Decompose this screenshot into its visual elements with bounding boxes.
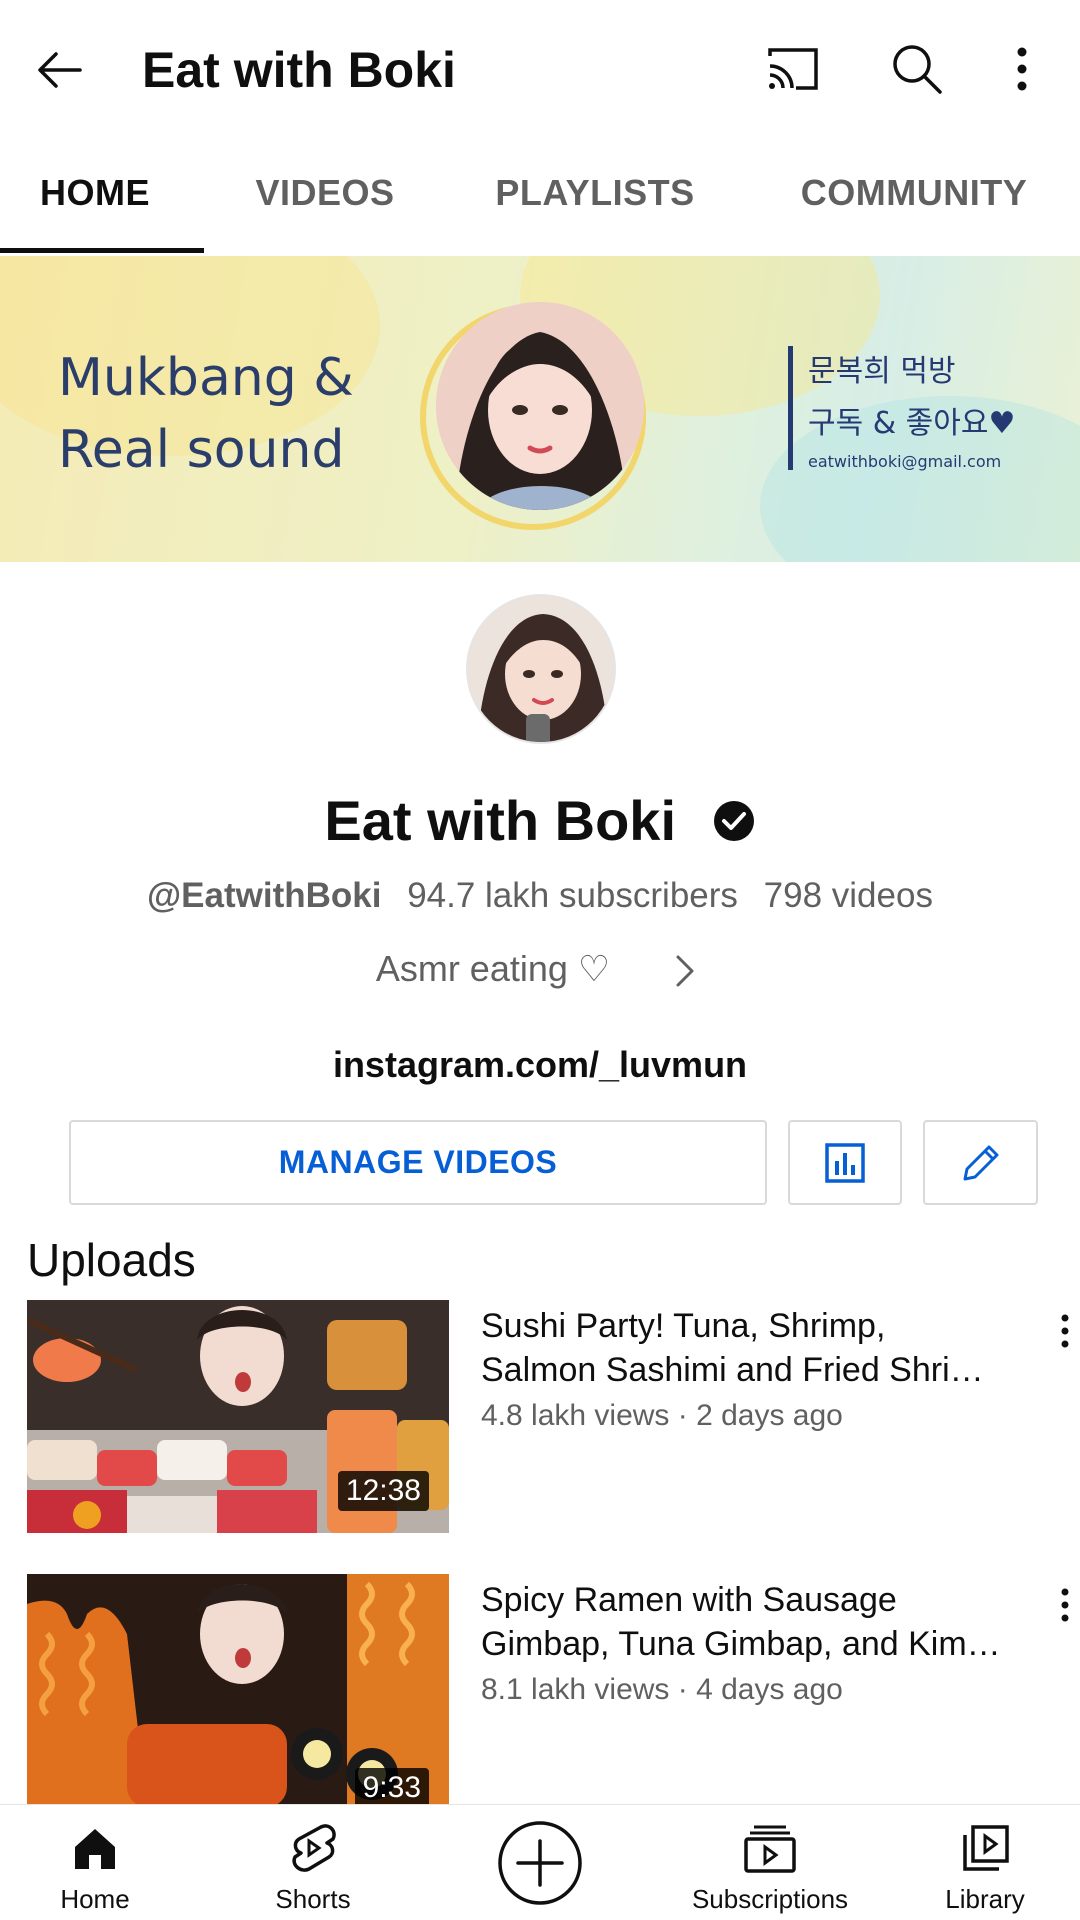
banner-divider [788,346,793,470]
subscriber-count: 94.7 lakh subscribers [407,876,738,915]
nav-shorts-label: Shorts [275,1884,351,1914]
channel-name-row: Eat with Boki [0,782,1080,856]
nav-shorts[interactable]: Shorts [218,1805,408,1920]
home-icon [75,1829,115,1869]
video-item[interactable]: 9:33 Spicy Ramen with Sausage Gimbap, Tu… [0,1574,1080,1804]
edit-channel-button[interactable] [923,1120,1038,1205]
verified-badge-icon [713,801,754,842]
cast-icon[interactable] [760,36,826,102]
video-thumbnail[interactable]: 9:33 [27,1574,449,1804]
tab-videos[interactable]: VIDEOS [230,140,420,256]
shorts-icon [292,1824,336,1872]
more-vert-icon[interactable] [1050,1306,1080,1356]
analytics-button[interactable] [788,1120,902,1205]
chevron-right-icon [676,955,694,987]
description-text: Asmr eating ♡ [375,948,611,989]
banner-korean-text: 문복희 먹방 구독 & 좋아요♥ [808,354,1016,441]
video-title[interactable]: Spicy Ramen with Sausage Gimbap, Tuna Gi… [481,1578,1041,1666]
banner-portrait [436,302,644,510]
search-icon[interactable] [884,36,950,102]
more-vert-icon[interactable] [1050,1580,1080,1630]
uploads-heading: Uploads [27,1234,196,1286]
nav-home-label: Home [60,1884,130,1914]
channel-avatar [466,594,616,744]
back-arrow-icon[interactable] [28,38,92,102]
video-duration: 9:33 [354,1768,429,1804]
video-duration: 12:38 [337,1471,429,1511]
video-meta: 4.8 lakh views · 2 days ago [481,1399,843,1432]
manage-videos-button[interactable]: MANAGE VIDEOS [69,1120,767,1205]
library-icon [963,1825,1009,1871]
nav-subscriptions[interactable]: Subscriptions [660,1805,880,1920]
nav-library[interactable]: Library [890,1805,1080,1920]
analytics-icon [825,1142,865,1183]
video-item[interactable]: 12:38 Sushi Party! Tuna, Shrimp, Salmon … [0,1300,1080,1540]
tab-playlists[interactable]: PLAYLISTS [482,140,708,256]
video-count: 798 videos [763,876,933,915]
channel-description[interactable]: Asmr eating ♡ [0,944,1080,994]
channel-link[interactable]: instagram.com/_luvmun [0,1040,1080,1090]
tab-community[interactable]: COMMUNITY [792,140,1036,256]
video-title[interactable]: Sushi Party! Tuna, Shrimp, Salmon Sashim… [481,1304,1041,1392]
more-vert-icon[interactable] [1000,36,1044,102]
app-bar: Eat with Boki [0,0,1080,140]
channel-meta: @EatwithBoki 94.7 lakh subscribers 798 v… [0,872,1080,920]
create-plus-icon [498,1821,582,1905]
channel-tabs: HOME VIDEOS PLAYLISTS COMMUNITY [0,140,1080,256]
nav-library-label: Library [945,1884,1025,1914]
channel-title: Eat with Boki [142,42,456,98]
tab-home[interactable]: HOME [0,140,190,256]
channel-name: Eat with Boki [324,789,677,853]
nav-subscriptions-label: Subscriptions [691,1884,849,1914]
active-tab-indicator [0,248,204,253]
nav-create[interactable] [440,1805,640,1920]
edit-pencil-icon [963,1145,998,1180]
channel-handle: @EatwithBoki [147,876,382,915]
subscriptions-icon [744,1825,796,1873]
bottom-navigation: Home Shorts Subscriptions Library [0,1804,1080,1920]
video-meta: 8.1 lakh views · 4 days ago [481,1673,843,1706]
nav-home[interactable]: Home [0,1805,190,1920]
channel-banner: Mukbang & Real sound 문복희 먹방 구독 & 좋아요♥ ea… [0,256,1080,562]
video-thumbnail[interactable]: 12:38 [27,1300,449,1533]
banner-tagline: Mukbang & Real sound [58,348,354,480]
banner-email: eatwithboki@gmail.com [808,452,1002,471]
